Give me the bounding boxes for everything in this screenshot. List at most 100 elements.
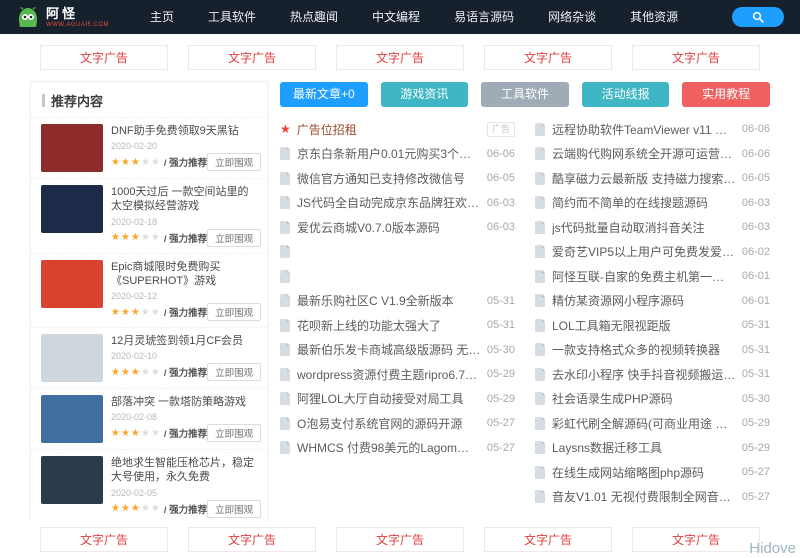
recommended-item[interactable]: 12月灵琥签到领1月CF会员 2020-02-10 ★★★★★ / 强力推荐 立… (31, 327, 267, 388)
document-icon (535, 368, 546, 381)
article-row[interactable]: 爱优云商城V0.7.0版本源码 06-03 (280, 215, 515, 240)
text-ad-slot[interactable]: 文字广告 (632, 527, 760, 552)
text-ad-slot[interactable]: 文字广告 (632, 45, 760, 70)
watermark: Hidove (749, 540, 796, 557)
text-ad-slot[interactable]: 文字广告 (484, 45, 612, 70)
nav-item[interactable]: 网络杂谈 (531, 0, 613, 34)
article-row[interactable]: 一款支持格式众多的视频转换器 05-31 (535, 338, 770, 363)
view-now-button[interactable]: 立即围观 (207, 424, 261, 442)
recommended-item[interactable]: 绝地求生智能压枪芯片，稳定大号使用，永久免费 2020-02-05 ★★★★★ … (31, 449, 267, 521)
article-row[interactable]: LOL工具箱无限视距版 05-31 (535, 313, 770, 338)
article-row[interactable]: 阿狸LOL大厅自动接受对局工具 05-29 (280, 387, 515, 412)
view-now-button[interactable]: 立即围观 (207, 363, 261, 381)
view-now-button[interactable]: 立即围观 (207, 303, 261, 321)
article-row[interactable]: 简约而不简单的在线搜题源码 06-03 (535, 191, 770, 216)
nav-item[interactable]: 热点趣闻 (273, 0, 355, 34)
article-date: 05-29 (742, 417, 770, 429)
sidebar-title: 推荐内容 (51, 91, 103, 110)
text-ad-slot[interactable]: 文字广告 (40, 45, 168, 70)
top-navbar: 阿怪 WWW.AGUAI5.COM 主页 工具软件 热点趣闻 中文编程 易语言源… (0, 0, 800, 34)
recommended-sidebar: 推荐内容 DNF助手免费领取9天黑钻 2020-02-20 ★★★★★ / 强力… (30, 81, 268, 521)
recommended-item[interactable]: 部落冲突 一款塔防策略游戏 2020-02-08 ★★★★★ / 强力推荐 立即… (31, 388, 267, 449)
article-title: 去水印小程序 快手抖音视频搬运工上热门必备 (552, 366, 736, 383)
site-subtitle: WWW.AGUAI5.COM (46, 22, 109, 28)
article-date: 05-31 (487, 295, 515, 307)
recommended-item[interactable]: 1000天过后 一款空间站里的太空模拟经营游戏 2020-02-18 ★★★★★… (31, 178, 267, 253)
view-now-button[interactable]: 立即围观 (207, 500, 261, 518)
text-ad-slot[interactable]: 文字广告 (188, 45, 316, 70)
nav-item[interactable]: 易语言源码 (437, 0, 531, 34)
article-row[interactable]: 京东白条新用户0.01元购买3个月爱奇艺会员 06-06 (280, 142, 515, 167)
article-row[interactable]: 社会语录生成PHP源码 05-30 (535, 387, 770, 412)
site-logo[interactable]: 阿怪 WWW.AGUAI5.COM (16, 6, 109, 28)
category-tab[interactable]: 游戏资讯 (381, 82, 469, 107)
text-ad-slot[interactable]: 文字广告 (336, 527, 464, 552)
nav-item[interactable]: 主页 (133, 0, 191, 34)
article-row[interactable]: JS代码全自动完成京东品牌狂欢城活动任务 06-03 (280, 191, 515, 216)
article-row[interactable] (280, 264, 515, 289)
article-row[interactable]: 远程协助软件TeamViewer v11 单文件版 06-06 (535, 117, 770, 142)
category-tab[interactable]: 实用教程 (682, 82, 770, 107)
accent-bar (42, 94, 45, 107)
article-row[interactable]: O泡易支付系统官网的源码开源 05-27 (280, 411, 515, 436)
nav-item[interactable]: 其他资源 (613, 0, 695, 34)
article-date: 06-01 (742, 295, 770, 307)
article-row[interactable]: 精仿某资源网小程序源码 06-01 (535, 289, 770, 314)
article-row[interactable]: 酷享磁力云最新版 支持磁力搜索下载和一键播放 06-05 (535, 166, 770, 191)
item-info: DNF助手免费领取9天黑钻 2020-02-20 ★★★★★ / 强力推荐 立即… (111, 124, 257, 172)
item-info: 1000天过后 一款空间站里的太空模拟经营游戏 2020-02-18 ★★★★★… (111, 185, 257, 247)
article-row[interactable]: 音友V1.01 无视付费限制全网音乐无损免费下载 05-27 (535, 485, 770, 510)
recommend-label: / 强力推荐 (164, 231, 207, 245)
article-title: 云端购代购网系统全开源可运营程序搭建 (552, 145, 736, 162)
article-date: 06-03 (487, 197, 515, 209)
article-date: 06-02 (742, 246, 770, 258)
article-row[interactable]: 在线生成网站缩略图php源码 05-27 (535, 460, 770, 485)
article-row[interactable]: 花呗新上线的功能太强大了 05-31 (280, 313, 515, 338)
recommended-item[interactable]: Epic商城限时免费购买《SUPERHOT》游戏 2020-02-12 ★★★★… (31, 253, 267, 328)
document-icon (280, 441, 291, 454)
search-button[interactable] (732, 7, 784, 27)
category-tab[interactable]: 工具软件 (481, 82, 569, 107)
text-ad-slot[interactable]: 文字广告 (188, 527, 316, 552)
article-row[interactable]: 最新乐购社区C V1.9全新版本 05-31 (280, 289, 515, 314)
category-tab[interactable]: 活动线报 (582, 82, 670, 107)
article-row[interactable]: 爱奇艺VIP5以上用户可免费发爱奇艺VIP红包 06-02 (535, 240, 770, 265)
article-title: 花呗新上线的功能太强大了 (297, 317, 481, 334)
recommended-item[interactable]: DNF助手免费领取9天黑钻 2020-02-20 ★★★★★ / 强力推荐 立即… (31, 117, 267, 178)
article-date: 05-27 (487, 442, 515, 454)
article-column-left: ★ 广告位招租 广告 京东 (280, 117, 515, 509)
view-now-button[interactable]: 立即围观 (207, 229, 261, 247)
featured-ad-row[interactable]: ★ 广告位招租 广告 (280, 117, 515, 142)
category-tab[interactable]: 最新文章+0 (280, 82, 368, 107)
article-row[interactable]: 微信官方通知已支持修改微信号 06-05 (280, 166, 515, 191)
article-row[interactable]: 阿怪互联-自家的免费主机第一批正式开启 06-01 (535, 264, 770, 289)
ad-badge: 广告 (487, 122, 515, 137)
article-row[interactable]: WHMCS 付费98美元的Lagom模板开源 05-27 (280, 436, 515, 461)
document-icon (280, 417, 291, 430)
view-now-button[interactable]: 立即围观 (207, 153, 261, 171)
article-date: 05-31 (742, 319, 770, 331)
nav-item[interactable]: 中文编程 (355, 0, 437, 34)
item-title: 绝地求生智能压枪芯片，稳定大号使用，永久免费 (111, 456, 257, 485)
document-icon (535, 417, 546, 430)
document-icon (535, 123, 546, 136)
article-row[interactable]: js代码批量自动取消抖音关注 06-03 (535, 215, 770, 240)
article-row[interactable]: 彩虹代刷全解源码(可商业用途 防黑) 05-29 (535, 411, 770, 436)
text-ad-slot[interactable]: 文字广告 (336, 45, 464, 70)
article-row[interactable] (280, 240, 515, 265)
nav-item[interactable]: 工具软件 (191, 0, 273, 34)
article-title: 在线生成网站缩略图php源码 (552, 464, 736, 481)
document-icon (535, 196, 546, 209)
article-date: 06-06 (487, 148, 515, 160)
article-row[interactable]: 最新伯乐发卡商城高级版源码 无后门 05-30 (280, 338, 515, 363)
text-ad-slot[interactable]: 文字广告 (484, 527, 612, 552)
article-row[interactable]: 云端购代购网系统全开源可运营程序搭建 06-06 (535, 142, 770, 167)
search-icon (752, 11, 764, 23)
article-row[interactable]: 去水印小程序 快手抖音视频搬运工上热门必备 05-31 (535, 362, 770, 387)
star-rating-empty-icon: ★★ (141, 157, 161, 168)
document-icon (280, 245, 291, 258)
article-row[interactable]: Laysns数据迁移工具 05-29 (535, 436, 770, 461)
text-ad-slot[interactable]: 文字广告 (40, 527, 168, 552)
article-row[interactable]: wordpress资源付费主题ripro6.7含美化包 05-29 (280, 362, 515, 387)
item-info: Epic商城限时免费购买《SUPERHOT》游戏 2020-02-12 ★★★★… (111, 260, 257, 322)
